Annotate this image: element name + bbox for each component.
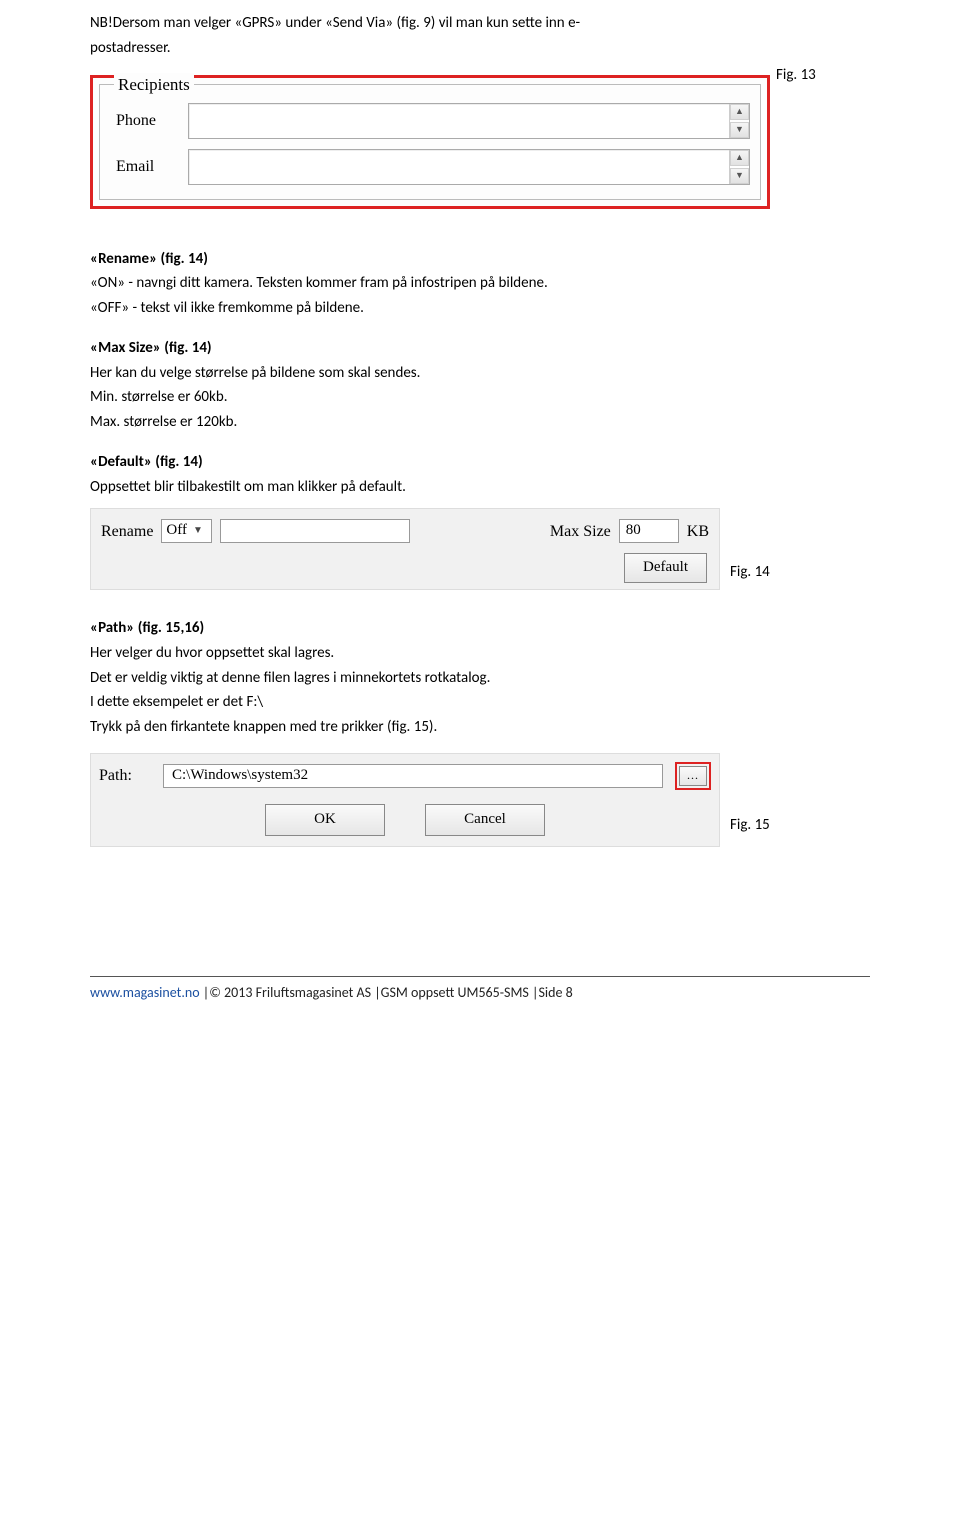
fig14-caption: Fig. 14 — [730, 562, 770, 590]
phone-input[interactable]: ▲ ▼ — [188, 103, 750, 139]
path-l1: Her velger du hvor oppsettet skal lagres… — [90, 643, 870, 665]
rename-l1: «ON» - navngi ditt kamera. Teksten komme… — [90, 273, 870, 295]
phone-scroll-down[interactable]: ▼ — [730, 122, 749, 138]
fig13-caption: Fig. 13 — [776, 65, 816, 87]
maxsize-l3: Max. størrelse er 120kb. — [90, 412, 870, 434]
chevron-down-icon: ▼ — [189, 524, 207, 539]
cancel-button[interactable]: Cancel — [425, 804, 545, 836]
default-title: «Default» (fig. 14) — [90, 453, 203, 471]
phone-scroll-up[interactable]: ▲ — [730, 104, 749, 120]
footer-divider — [90, 976, 870, 977]
fig15-panel: Path: C:\Windows\system32 ... OK Cancel — [90, 753, 720, 847]
kb-label: KB — [687, 520, 709, 543]
email-scroll-down[interactable]: ▼ — [730, 168, 749, 184]
rename-title: «Rename» (fig. 14) — [90, 250, 208, 268]
path-l4: Trykk på den firkantete knappen med tre … — [90, 717, 870, 739]
path-l3: I dette eksempelet er det F:\ — [90, 692, 870, 714]
footer-rest: |© 2013 Friluftsmagasinet AS |GSM oppset… — [200, 984, 573, 1001]
browse-highlight: ... — [675, 762, 711, 790]
fig13-panel: Recipients Phone ▲ ▼ Email ▲ ▼ — [90, 75, 770, 209]
browse-button[interactable]: ... — [679, 766, 707, 786]
rename-select[interactable]: Off ▼ — [161, 519, 212, 543]
default-l1: Oppsettet blir tilbakestilt om man klikk… — [90, 477, 870, 499]
email-label: Email — [110, 155, 188, 178]
path-l2: Det er veldig viktig at denne filen lagr… — [90, 668, 870, 690]
maxsize-input[interactable]: 80 — [619, 519, 679, 543]
fig14-maxsize-label: Max Size — [550, 520, 611, 543]
default-button[interactable]: Default — [624, 553, 707, 583]
footer-link[interactable]: www.magasinet.no — [90, 984, 200, 1001]
fig15-caption: Fig. 15 — [730, 815, 870, 837]
maxsize-l2: Min. størrelse er 60kb. — [90, 387, 870, 409]
fig13-legend: Recipients — [114, 73, 194, 98]
maxsize-title: «Max Size» (fig. 14) — [90, 339, 212, 357]
footer-text: www.magasinet.no |© 2013 Friluftsmagasin… — [90, 983, 870, 1003]
ok-button[interactable]: OK — [265, 804, 385, 836]
rename-text-input[interactable] — [220, 519, 410, 543]
path-label: Path: — [99, 764, 151, 787]
phone-label: Phone — [110, 109, 188, 132]
email-input[interactable]: ▲ ▼ — [188, 149, 750, 185]
rename-select-value: Off — [166, 520, 187, 542]
fig14-panel: Rename Off ▼ Max Size 80 KB Default — [90, 508, 720, 590]
intro-line-1: NB!Dersom man velger «GPRS» under «Send … — [90, 13, 870, 35]
path-title: «Path» (fig. 15,16) — [90, 619, 204, 637]
path-input[interactable]: C:\Windows\system32 — [163, 764, 663, 788]
intro-line-2: postadresser. — [90, 38, 870, 60]
fig14-rename-label: Rename — [101, 520, 153, 543]
email-scroll-up[interactable]: ▲ — [730, 150, 749, 166]
rename-l2: «OFF» - tekst vil ikke fremkomme på bild… — [90, 298, 870, 320]
maxsize-l1: Her kan du velge størrelse på bildene so… — [90, 363, 870, 385]
